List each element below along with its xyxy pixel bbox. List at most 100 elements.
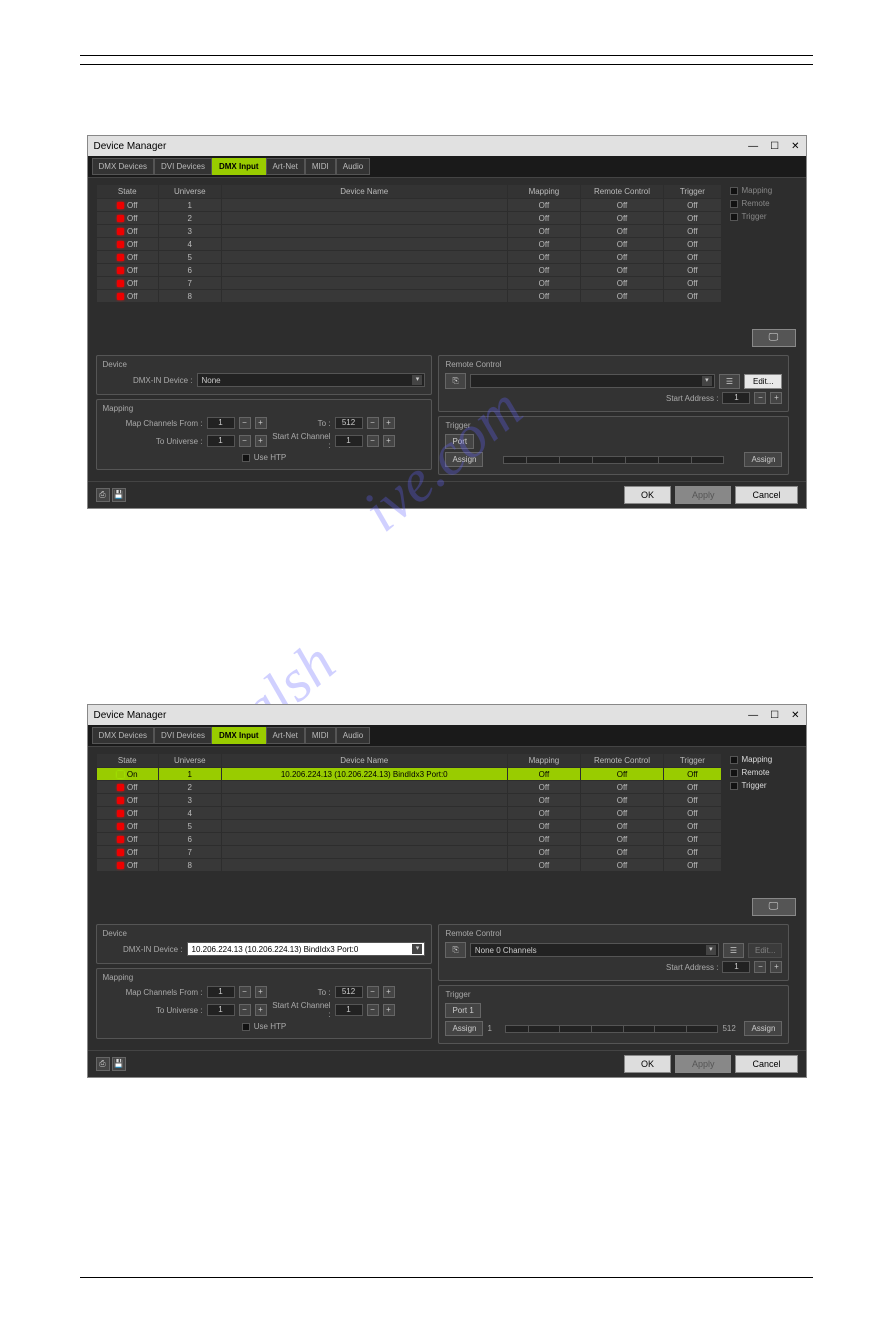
dmxin-dropdown[interactable]: 10.206.224.13 (10.206.224.13) BindIdx3 P…: [187, 942, 426, 956]
port-button[interactable]: Port: [445, 434, 474, 449]
chk-remote[interactable]: [730, 200, 738, 208]
table-row[interactable]: Off6OffOffOff: [96, 833, 721, 846]
close-button[interactable]: ✕: [791, 141, 799, 152]
ok-button[interactable]: OK: [624, 486, 671, 504]
list-icon-button[interactable]: ☰: [719, 374, 740, 389]
assign-button[interactable]: Assign: [445, 1021, 483, 1036]
minimize-button[interactable]: —: [748, 141, 758, 152]
maximize-button[interactable]: ☐: [770, 710, 779, 721]
tab-dmx-input[interactable]: DMX Input: [212, 158, 266, 175]
inc-button[interactable]: +: [770, 392, 782, 404]
table-row-selected[interactable]: On110.206.224.13 (10.206.224.13) BindIdx…: [96, 768, 721, 781]
port-button[interactable]: Port 1: [445, 1003, 480, 1018]
cancel-button[interactable]: Cancel: [735, 1055, 797, 1073]
inc-button[interactable]: +: [383, 417, 395, 429]
remote-icon-button[interactable]: ⎘: [445, 942, 465, 958]
close-button[interactable]: ✕: [791, 710, 799, 721]
to-universe[interactable]: 1: [207, 1004, 235, 1016]
map-from[interactable]: 1: [207, 986, 235, 998]
edit-button[interactable]: Edit...: [744, 374, 782, 389]
tab-dmx-input[interactable]: DMX Input: [212, 727, 266, 744]
table-row[interactable]: Off2OffOffOff: [96, 781, 721, 794]
open-icon[interactable]: ⎙: [96, 1057, 110, 1071]
chk-htp[interactable]: [242, 1023, 250, 1031]
table-row[interactable]: Off8OffOffOff: [96, 290, 721, 303]
dec-button[interactable]: −: [367, 1004, 379, 1016]
inc-button[interactable]: +: [383, 986, 395, 998]
table-row[interactable]: Off7OffOffOff: [96, 277, 721, 290]
map-to[interactable]: 512: [335, 986, 363, 998]
tab-dmx-devices[interactable]: DMX Devices: [92, 158, 154, 175]
table-row[interactable]: Off8OffOffOff: [96, 859, 721, 872]
start-channel[interactable]: 1: [335, 435, 363, 447]
tab-dvi-devices[interactable]: DVI Devices: [154, 158, 212, 175]
monitor-icon[interactable]: 🖵: [752, 898, 796, 916]
assign-button-2[interactable]: Assign: [744, 1021, 782, 1036]
dec-button[interactable]: −: [239, 1004, 251, 1016]
inc-button[interactable]: +: [770, 961, 782, 973]
dec-button[interactable]: −: [367, 986, 379, 998]
inc-button[interactable]: +: [255, 417, 267, 429]
cancel-button[interactable]: Cancel: [735, 486, 797, 504]
table-row[interactable]: Off5OffOffOff: [96, 820, 721, 833]
tab-midi[interactable]: MIDI: [305, 727, 336, 744]
remote-dropdown[interactable]: None 0 Channels ▾: [470, 943, 719, 957]
table-row[interactable]: Off1OffOffOff: [96, 199, 721, 212]
save-icon[interactable]: 💾: [112, 1057, 126, 1071]
table-row[interactable]: Off4OffOffOff: [96, 807, 721, 820]
chk-trigger[interactable]: [730, 782, 738, 790]
table-row[interactable]: Off7OffOffOff: [96, 846, 721, 859]
open-icon[interactable]: ⎙: [96, 488, 110, 502]
dmxin-dropdown[interactable]: None ▾: [197, 373, 426, 387]
dec-button[interactable]: −: [367, 435, 379, 447]
assign-button[interactable]: Assign: [445, 452, 483, 467]
monitor-icon[interactable]: 🖵: [752, 329, 796, 347]
inc-button[interactable]: +: [383, 435, 395, 447]
dec-button[interactable]: −: [754, 392, 766, 404]
dec-button[interactable]: −: [239, 417, 251, 429]
start-channel[interactable]: 1: [335, 1004, 363, 1016]
tab-artnet[interactable]: Art-Net: [266, 158, 305, 175]
table-row[interactable]: Off3OffOffOff: [96, 794, 721, 807]
trigger-slider[interactable]: [503, 456, 724, 464]
remote-dropdown[interactable]: ▾: [470, 374, 715, 388]
to-universe[interactable]: 1: [207, 435, 235, 447]
dec-button[interactable]: −: [239, 435, 251, 447]
tab-audio[interactable]: Audio: [336, 158, 370, 175]
inc-button[interactable]: +: [255, 435, 267, 447]
start-address[interactable]: 1: [722, 961, 750, 973]
chk-mapping[interactable]: [730, 187, 738, 195]
chk-htp[interactable]: [242, 454, 250, 462]
minimize-button[interactable]: —: [748, 710, 758, 721]
save-icon[interactable]: 💾: [112, 488, 126, 502]
chk-mapping[interactable]: [730, 756, 738, 764]
tab-dvi-devices[interactable]: DVI Devices: [154, 727, 212, 744]
apply-button[interactable]: Apply: [675, 486, 732, 504]
assign-button-2[interactable]: Assign: [744, 452, 782, 467]
trigger-slider[interactable]: [505, 1025, 718, 1033]
map-from[interactable]: 1: [207, 417, 235, 429]
ok-button[interactable]: OK: [624, 1055, 671, 1073]
maximize-button[interactable]: ☐: [770, 141, 779, 152]
list-icon-button[interactable]: ☰: [723, 943, 744, 958]
apply-button[interactable]: Apply: [675, 1055, 732, 1073]
inc-button[interactable]: +: [255, 1004, 267, 1016]
tab-artnet[interactable]: Art-Net: [266, 727, 305, 744]
remote-icon-button[interactable]: ⎘: [445, 373, 465, 389]
inc-button[interactable]: +: [383, 1004, 395, 1016]
dec-button[interactable]: −: [239, 986, 251, 998]
table-row[interactable]: Off3OffOffOff: [96, 225, 721, 238]
table-row[interactable]: Off5OffOffOff: [96, 251, 721, 264]
inc-button[interactable]: +: [255, 986, 267, 998]
table-row[interactable]: Off6OffOffOff: [96, 264, 721, 277]
chk-trigger[interactable]: [730, 213, 738, 221]
tab-midi[interactable]: MIDI: [305, 158, 336, 175]
chk-remote[interactable]: [730, 769, 738, 777]
start-address[interactable]: 1: [722, 392, 750, 404]
tab-dmx-devices[interactable]: DMX Devices: [92, 727, 154, 744]
dec-button[interactable]: −: [367, 417, 379, 429]
table-row[interactable]: Off4OffOffOff: [96, 238, 721, 251]
dec-button[interactable]: −: [754, 961, 766, 973]
table-row[interactable]: Off2OffOffOff: [96, 212, 721, 225]
map-to[interactable]: 512: [335, 417, 363, 429]
